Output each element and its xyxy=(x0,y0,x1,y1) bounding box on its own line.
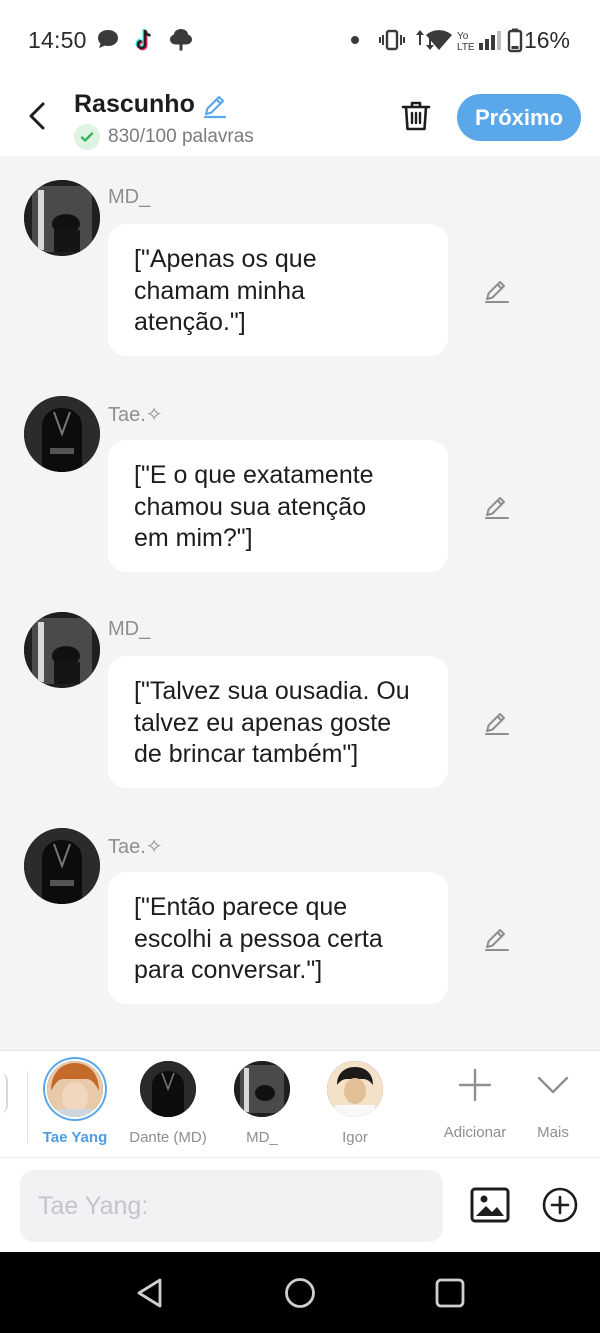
chevron-left-icon xyxy=(29,102,45,130)
status-time: 14:50 xyxy=(28,27,87,53)
message-line: ["E o que exatamente xyxy=(134,461,374,489)
vibrate-icon xyxy=(379,29,405,51)
message-line: ["Então parece que xyxy=(134,893,348,921)
plus-icon xyxy=(458,1068,492,1102)
pencil-icon[interactable] xyxy=(482,708,510,736)
image-icon[interactable] xyxy=(470,1185,510,1225)
character-name: Tae Yang xyxy=(42,1129,108,1146)
message-bubble[interactable]: ["E o que exatamente chamou sua atenção … xyxy=(108,440,448,572)
add-character-button[interactable]: Adicionar xyxy=(438,1067,512,1141)
word-count-row: 830/100 palavras xyxy=(74,124,254,150)
message-line: em mim?"] xyxy=(134,524,253,552)
message-line: ["Apenas os que xyxy=(134,245,317,273)
more-characters-button[interactable]: Mais xyxy=(528,1067,578,1141)
avatar xyxy=(140,1061,196,1117)
avatar[interactable] xyxy=(24,612,100,688)
check-icon xyxy=(74,124,100,150)
composer xyxy=(0,1157,600,1252)
message-bubble[interactable]: ["Apenas os que chamam minha atenção."] xyxy=(108,224,448,356)
svg-text:LTE: LTE xyxy=(457,42,475,53)
message-line: escolhi a pessoa certa xyxy=(134,924,383,953)
message-line: para conversar."] xyxy=(134,956,323,984)
avatar[interactable] xyxy=(24,396,100,472)
tiktok-icon xyxy=(135,29,151,51)
battery-percentage: 16% xyxy=(523,27,570,53)
avatar xyxy=(234,1061,290,1117)
character-dante[interactable]: Dante (MD) xyxy=(123,1061,213,1146)
message-bubble[interactable]: ["Talvez sua ousadia. Ou talvez eu apena… xyxy=(108,656,448,788)
message-line: chamam minha xyxy=(134,276,305,305)
trash-icon[interactable] xyxy=(398,98,434,134)
title-row: Rascunho xyxy=(74,90,229,119)
character-name: Igor xyxy=(342,1129,368,1146)
message-line: de brincar também"] xyxy=(134,740,359,768)
system-nav-bar xyxy=(0,1252,600,1333)
character-name: Dante (MD) xyxy=(129,1129,207,1146)
pencil-icon[interactable] xyxy=(482,492,510,520)
avatar xyxy=(327,1061,383,1117)
sender-name: Tae.✧ xyxy=(108,404,163,426)
message-line: atenção."] xyxy=(134,308,246,336)
more-label: Mais xyxy=(537,1124,569,1141)
home-circle-icon[interactable] xyxy=(283,1276,317,1310)
avatar[interactable] xyxy=(24,828,100,904)
add-circle-icon[interactable] xyxy=(541,1186,579,1224)
page-title: Rascunho xyxy=(74,90,195,118)
svg-text:Yo: Yo xyxy=(457,31,469,42)
character-bar: Tae Yang Dante (MD) MD_ Igor Adicionar M… xyxy=(0,1050,600,1157)
pencil-icon[interactable] xyxy=(201,91,229,119)
message-line: ["Talvez sua ousadia. Ou xyxy=(134,677,410,705)
character-tae-yang[interactable]: Tae Yang xyxy=(30,1061,120,1146)
back-button[interactable] xyxy=(18,96,58,136)
divider xyxy=(27,1071,28,1143)
message-bubble[interactable]: ["Então parece que escolhi a pessoa cert… xyxy=(108,872,448,1004)
pencil-icon[interactable] xyxy=(482,276,510,304)
next-button[interactable]: Próximo xyxy=(457,94,581,141)
character-name: MD_ xyxy=(246,1129,278,1146)
sender-name: MD_ xyxy=(108,618,151,640)
character-md[interactable]: MD_ xyxy=(217,1061,307,1146)
back-triangle-icon[interactable] xyxy=(133,1276,167,1310)
wifi-icon xyxy=(426,30,452,50)
signal-icon xyxy=(479,31,501,50)
recents-square-icon[interactable] xyxy=(433,1276,467,1310)
tree-icon xyxy=(170,29,192,51)
message-input[interactable] xyxy=(20,1170,443,1242)
add-label: Adicionar xyxy=(443,1124,507,1141)
chevron-down-icon xyxy=(537,1076,569,1094)
avatar xyxy=(47,1061,103,1117)
sender-name: Tae.✧ xyxy=(108,836,163,858)
status-bar: 14:50 Yo LTE 16% xyxy=(0,0,600,80)
scroll-edge xyxy=(0,1073,8,1113)
message-line: chamou sua atenção xyxy=(134,492,367,521)
character-igor[interactable]: Igor xyxy=(310,1061,400,1146)
sender-name: MD_ xyxy=(108,186,151,208)
dot-icon xyxy=(351,36,359,44)
message-line: talvez eu apenas goste xyxy=(134,708,392,737)
chat-bubble-icon xyxy=(98,30,118,48)
word-count: 830/100 palavras xyxy=(108,126,254,147)
header: Rascunho 830/100 palavras Próximo xyxy=(0,80,600,156)
pencil-icon[interactable] xyxy=(482,924,510,952)
avatar[interactable] xyxy=(24,180,100,256)
